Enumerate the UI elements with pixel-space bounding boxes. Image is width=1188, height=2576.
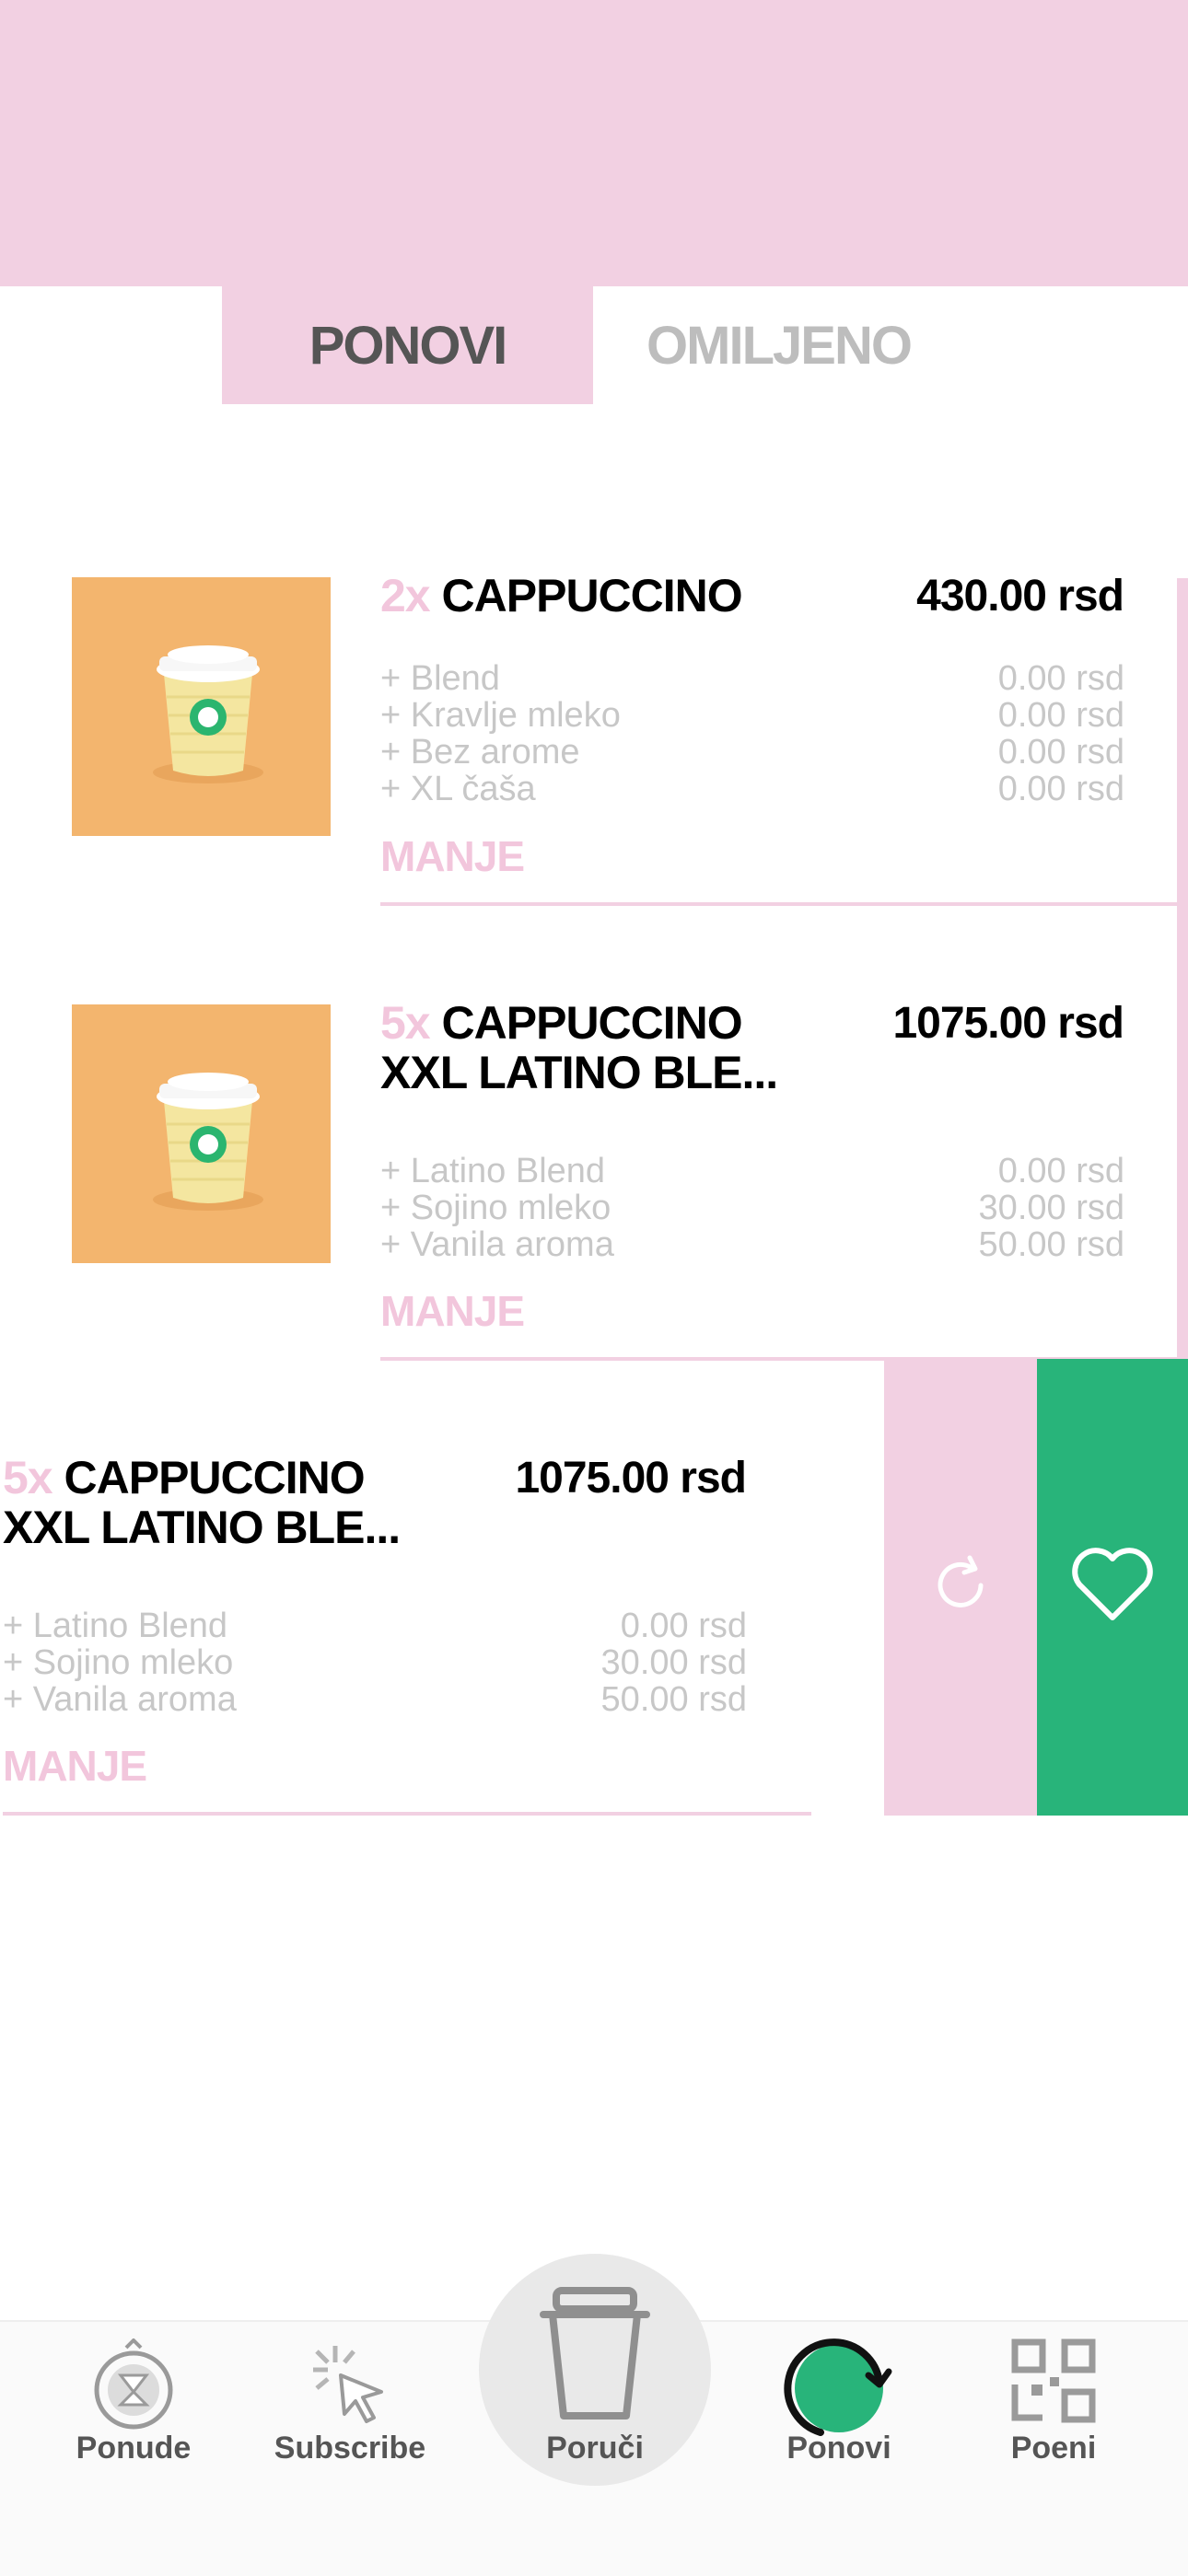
option-name: + Sojino mleko	[3, 1643, 234, 1682]
option-name: + XL čaša	[380, 770, 536, 808]
option-row: + XL čaša 0.00 rsd	[380, 771, 1124, 807]
heart-icon	[1068, 1546, 1157, 1630]
item-quantity: 5x	[380, 997, 431, 1049]
option-price: 50.00 rsd	[978, 1225, 1124, 1264]
product-image	[72, 1004, 331, 1263]
item-name-line2: XXL LATINO BLE...	[3, 1502, 401, 1553]
item-name-line1: CAPPUCCINO	[441, 570, 743, 621]
option-price: 0.00 rsd	[997, 1152, 1124, 1190]
tab-omiljeno[interactable]: OMILJENO	[593, 286, 964, 404]
header-banner	[0, 0, 1188, 286]
option-row: + Vanila aroma 50.00 rsd	[380, 1226, 1124, 1263]
option-price: 0.00 rsd	[997, 696, 1124, 735]
option-price: 0.00 rsd	[997, 733, 1124, 772]
hourglass-icon	[87, 2338, 180, 2435]
reorder-action-button[interactable]	[884, 1359, 1037, 1816]
option-price: 0.00 rsd	[997, 659, 1124, 698]
option-price: 0.00 rsd	[620, 1607, 747, 1645]
nav-ponovi[interactable]: Ponovi	[747, 2320, 931, 2504]
cursor-click-icon	[304, 2338, 396, 2435]
nav-poeni[interactable]: Poeni	[961, 2320, 1146, 2504]
option-row: + Vanila aroma 50.00 rsd	[3, 1681, 747, 1718]
item-name-line1: CAPPUCCINO	[441, 997, 743, 1049]
nav-label: Ponude	[76, 2431, 192, 2466]
nav-subscribe[interactable]: Subscribe	[258, 2320, 442, 2504]
option-name: + Blend	[380, 659, 500, 698]
option-name: + Vanila aroma	[380, 1225, 614, 1264]
list-accent-bar	[1177, 578, 1188, 1359]
item-price: 430.00 rsd	[916, 572, 1124, 621]
collapse-toggle[interactable]: MANJE	[380, 1286, 525, 1336]
option-price: 0.00 rsd	[997, 770, 1124, 808]
nav-label: Poeni	[1010, 2431, 1097, 2466]
item-quantity: 5x	[3, 1452, 53, 1503]
favorite-action-button[interactable]	[1037, 1359, 1188, 1816]
option-name: + Sojino mleko	[380, 1189, 611, 1227]
option-row: + Latino Blend 0.00 rsd	[380, 1153, 1124, 1189]
option-name: + Vanila aroma	[3, 1680, 237, 1719]
option-name: + Bez arome	[380, 733, 580, 772]
tab-ponovi[interactable]: PONOVI	[222, 286, 593, 404]
product-image	[72, 577, 331, 836]
item-title: 5x CAPPUCCINO XXL LATINO BLE...	[3, 1453, 500, 1552]
collapse-toggle[interactable]: MANJE	[3, 1741, 147, 1791]
refresh-icon	[924, 1549, 997, 1627]
option-row: + Sojino mleko 30.00 rsd	[3, 1644, 747, 1681]
item-name-line2: XXL LATINO BLE...	[380, 1047, 778, 1098]
nav-poruci[interactable]: Poruči	[503, 2287, 687, 2504]
item-divider	[3, 1812, 811, 1816]
reorder-icon	[784, 2337, 894, 2443]
nav-label: Ponovi	[786, 2431, 891, 2466]
nav-label: Subscribe	[274, 2431, 426, 2466]
item-price: 1075.00 rsd	[515, 1454, 747, 1503]
option-name: + Latino Blend	[3, 1607, 228, 1645]
cup-icon	[530, 2278, 659, 2430]
option-price: 30.00 rsd	[600, 1643, 747, 1682]
item-name-line1: CAPPUCCINO	[64, 1452, 366, 1503]
option-price: 30.00 rsd	[978, 1189, 1124, 1227]
collapse-toggle[interactable]: MANJE	[380, 831, 525, 881]
item-divider	[380, 902, 1177, 906]
item-quantity: 2x	[380, 570, 431, 621]
option-row: + Sojino mleko 30.00 rsd	[380, 1189, 1124, 1226]
option-name: + Latino Blend	[380, 1152, 606, 1190]
nav-ponude[interactable]: Ponude	[41, 2320, 226, 2504]
option-row: + Latino Blend 0.00 rsd	[3, 1607, 747, 1644]
item-price: 1075.00 rsd	[892, 999, 1124, 1048]
option-row: + Blend 0.00 rsd	[380, 660, 1124, 697]
option-name: + Kravlje mleko	[380, 696, 621, 735]
nav-label: Poruči	[546, 2431, 644, 2466]
qr-code-icon	[1009, 2337, 1098, 2430]
option-row: + Bez arome 0.00 rsd	[380, 734, 1124, 771]
item-title: 5x CAPPUCCINO XXL LATINO BLE...	[380, 998, 878, 1097]
option-row: + Kravlje mleko 0.00 rsd	[380, 697, 1124, 734]
option-price: 50.00 rsd	[600, 1680, 747, 1719]
